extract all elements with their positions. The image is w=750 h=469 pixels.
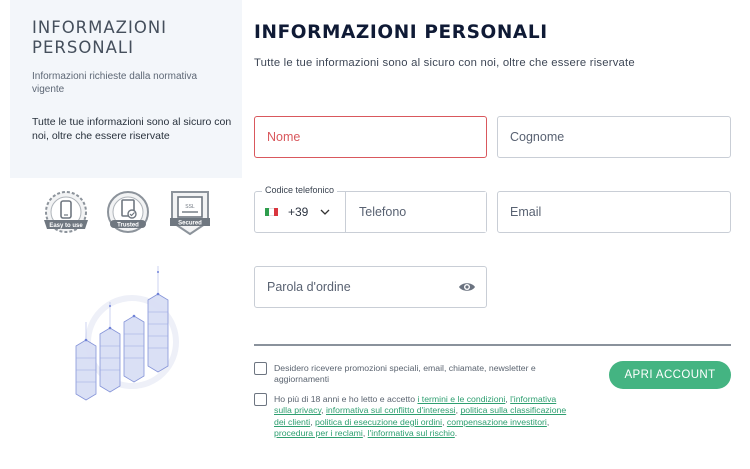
chevron-down-icon: [320, 209, 330, 215]
terms-link[interactable]: i termini e le condizioni: [417, 394, 505, 404]
badge-label: Easy to use: [49, 223, 83, 229]
last-name-input[interactable]: [498, 117, 730, 157]
trust-badges: Easy to use Trusted SSL Secured: [40, 188, 220, 240]
phone-field: Codice telefonico +39: [254, 185, 487, 233]
first-name-input[interactable]: [255, 117, 486, 157]
terms-consent-text: Ho più di 18 anni e ho letto e accetto i…: [274, 394, 569, 440]
sidebar-title: INFORMAZIONI PERSONALI: [32, 18, 168, 57]
country-code-select[interactable]: +39: [255, 192, 346, 232]
badge-label: Secured: [178, 221, 202, 227]
email-field: [497, 191, 731, 233]
document-check-icon: Trusted: [107, 191, 149, 233]
terms-consent-row: Ho più di 18 anni e ho letto e accetto i…: [254, 393, 574, 455]
investor-compensation-link[interactable]: compensazione investitori: [447, 417, 547, 427]
open-account-button[interactable]: APRI ACCOUNT: [609, 361, 731, 389]
marketing-consent-checkbox[interactable]: [254, 362, 267, 375]
marketing-consent-row: Desidero ricevere promozioni speciali, e…: [254, 362, 574, 388]
badge-label: Trusted: [117, 223, 139, 229]
phone-input[interactable]: [347, 192, 486, 232]
italy-flag-icon: [265, 208, 278, 216]
last-name-field: [497, 116, 731, 158]
country-dial-code: +39: [288, 205, 309, 219]
secured-badge: SSL Secured: [164, 188, 214, 238]
conflict-of-interest-link[interactable]: informativa sul conflitto d'interessi: [326, 405, 456, 415]
trusted-badge: Trusted: [102, 188, 152, 238]
divider: [254, 344, 731, 346]
terms-prefix: Ho più di 18 anni e ho letto e accetto: [274, 394, 418, 404]
phone-number-wrap: [347, 192, 486, 232]
sidebar-subtitle: Informazioni richieste dalla normativa v…: [32, 71, 198, 95]
svg-text:SSL: SSL: [185, 204, 195, 210]
growth-chart-illustration: [75, 266, 179, 401]
easy-to-use-badge: Easy to use: [40, 188, 90, 238]
terms-consent-checkbox[interactable]: [254, 393, 267, 406]
separator: ,: [546, 416, 550, 427]
page-title: INFORMAZIONI PERSONALI: [254, 22, 548, 43]
risk-disclosure-link[interactable]: l'informativa sul rischio: [368, 428, 455, 438]
suffix: .: [454, 428, 458, 439]
phone-icon: Easy to use: [44, 191, 88, 233]
ssl-lock-icon: SSL Secured: [170, 191, 210, 236]
marketing-consent-text: Desidero ricevere promozioni speciali, e…: [274, 363, 536, 385]
info-card: INFORMAZIONI PERSONALI Informazioni rich…: [10, 0, 242, 178]
first-name-field: [254, 116, 487, 158]
eye-icon[interactable]: [458, 281, 476, 293]
complaints-procedure-link[interactable]: procedura per i reclami: [274, 428, 363, 438]
page-subtitle: Tutte le tue informazioni sono al sicuro…: [254, 57, 635, 69]
order-execution-link[interactable]: politica di esecuzione degli ordini: [315, 417, 442, 427]
password-input[interactable]: [255, 267, 486, 307]
email-input[interactable]: [498, 192, 730, 232]
password-field: [254, 266, 487, 308]
sidebar-note: Tutte le tue informazioni sono al sicuro…: [32, 116, 232, 142]
